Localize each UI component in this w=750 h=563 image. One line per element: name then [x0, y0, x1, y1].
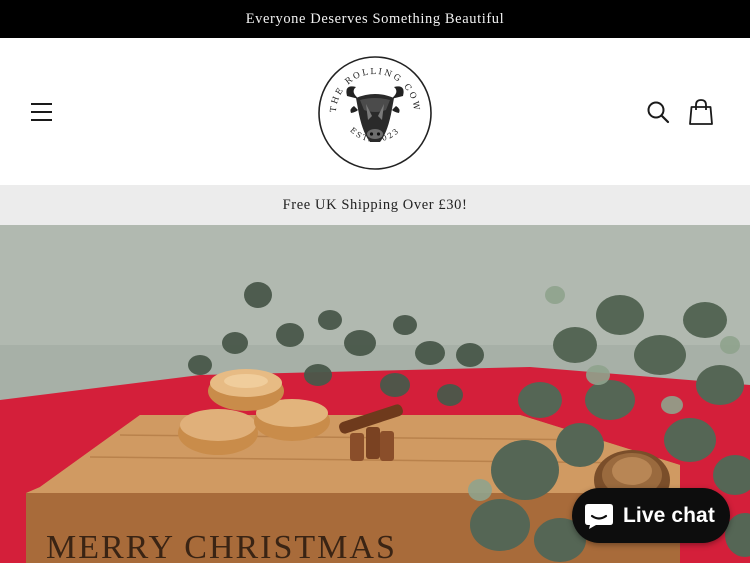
announcement-text: Everyone Deserves Something Beautiful: [245, 10, 505, 27]
live-chat-button[interactable]: Live chat: [572, 488, 730, 543]
shipping-text: Free UK Shipping Over £30!: [282, 196, 468, 213]
live-chat-label: Live chat: [623, 503, 715, 527]
search-button[interactable]: [644, 98, 672, 126]
announcement-bar: Everyone Deserves Something Beautiful: [0, 0, 750, 38]
hamburger-menu-icon: [31, 103, 52, 121]
site-header: THE ROLLING COW EST. 2023: [0, 38, 750, 185]
shopping-bag-icon: [689, 99, 713, 125]
cart-button[interactable]: [687, 97, 715, 127]
search-icon: [647, 101, 670, 124]
brand-logo[interactable]: THE ROLLING COW EST. 2023: [316, 54, 434, 172]
menu-button[interactable]: [26, 98, 58, 126]
shipping-banner: Free UK Shipping Over £30!: [0, 185, 750, 225]
board-engraving: MERRY CHRISTMAS: [46, 529, 397, 563]
chat-bubble-icon: [585, 503, 613, 529]
